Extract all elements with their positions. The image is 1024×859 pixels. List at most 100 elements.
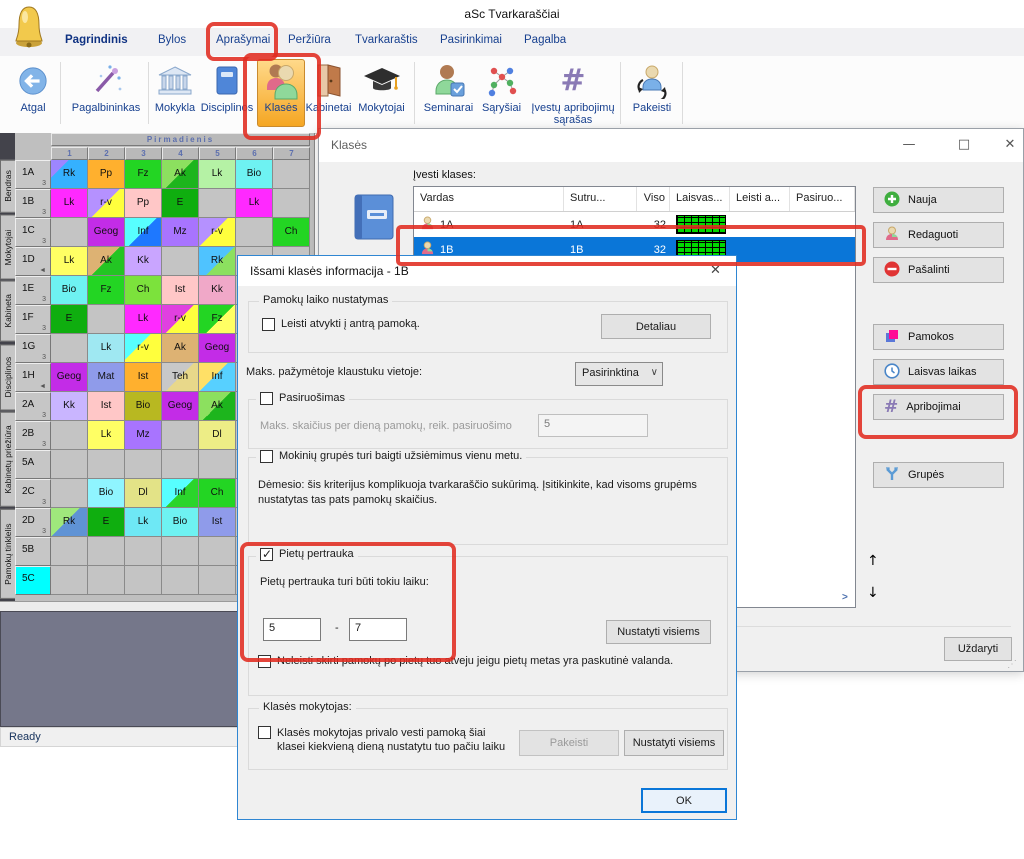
sidebar-tab-bendras[interactable]: Bendras	[0, 160, 15, 213]
lesson-cell[interactable]: Ist	[162, 276, 199, 305]
empty-cell[interactable]	[162, 450, 199, 479]
lesson-cell[interactable]: Lk	[236, 189, 273, 218]
lesson-cell[interactable]: Ak	[162, 160, 199, 189]
toolbar-button-pakeisti[interactable]: Pakeisti	[626, 60, 678, 128]
move-up-icon[interactable]: ↑	[867, 553, 879, 569]
move-down-icon[interactable]: ↓	[867, 585, 879, 601]
class-row-header[interactable]: 1A3	[15, 160, 51, 189]
class-row-header[interactable]: 2B3	[15, 421, 51, 450]
empty-cell[interactable]	[51, 334, 88, 363]
lesson-cell[interactable]: r-v	[199, 218, 236, 247]
lesson-cell[interactable]: Bio	[162, 508, 199, 537]
toolbar-button-mokytojai[interactable]: Mokytojai	[353, 60, 410, 128]
lesson-cell[interactable]: Mat	[88, 363, 125, 392]
lesson-cell[interactable]: Kk	[199, 276, 236, 305]
empty-cell[interactable]	[273, 189, 310, 218]
empty-cell[interactable]	[88, 566, 125, 595]
lesson-cell[interactable]: Pp	[88, 160, 125, 189]
lesson-cell[interactable]: Geog	[199, 334, 236, 363]
lesson-cell[interactable]: Rk	[199, 247, 236, 276]
sidebar-tab-kabineta[interactable]: Kabineta	[0, 281, 15, 342]
lesson-cell[interactable]: Teh	[162, 363, 199, 392]
no-lessons-after-lunch-checkbox[interactable]	[258, 655, 271, 668]
class-row-header[interactable]: 1F3	[15, 305, 51, 334]
toolbar-button-disciplinos[interactable]: Disciplinos	[198, 60, 256, 128]
lesson-cell[interactable]: Lk	[199, 160, 236, 189]
sidebar-tab-disciplinos[interactable]: Disciplinos	[0, 344, 15, 410]
lesson-cell[interactable]: Ist	[199, 508, 236, 537]
class-teacher-checkbox[interactable]	[258, 726, 271, 739]
lesson-cell[interactable]: Rk	[51, 160, 88, 189]
groups-finish-checkbox[interactable]	[260, 450, 273, 463]
lesson-cell[interactable]: Inf	[199, 363, 236, 392]
nauja-button[interactable]: Nauja	[873, 187, 1004, 213]
lesson-cell[interactable]: Ist	[88, 392, 125, 421]
class-row-header[interactable]: 5B	[15, 537, 51, 566]
lesson-cell[interactable]: r-v	[125, 334, 162, 363]
lesson-cell[interactable]: Pp	[125, 189, 162, 218]
lesson-cell[interactable]: Fz	[199, 305, 236, 334]
lesson-cell[interactable]: Lk	[88, 334, 125, 363]
empty-cell[interactable]	[51, 479, 88, 508]
uzdaryti-button[interactable]: Uždaryti	[944, 637, 1012, 661]
menu-item-pagrindinis[interactable]: Pagrindinis	[65, 34, 128, 46]
class-row-header[interactable]: 2D3	[15, 508, 51, 537]
toolbar-button-pagalbininkas[interactable]: Pagalbininkas	[64, 60, 148, 128]
lesson-cell[interactable]: r-v	[88, 189, 125, 218]
class-row-header[interactable]: 5A	[15, 450, 51, 479]
close-icon[interactable]: ✕	[710, 263, 721, 278]
lunch-break-checkbox[interactable]	[260, 548, 273, 561]
toolbar-button-mokykla[interactable]: Mokykla	[152, 60, 198, 128]
class-row-header[interactable]: 5C	[15, 566, 51, 595]
lesson-cell[interactable]: Ak	[199, 392, 236, 421]
empty-cell[interactable]	[236, 218, 273, 247]
column-header-leisti-a[interactable]: Leisti a...	[730, 187, 790, 211]
menu-item-pagalba[interactable]: Pagalba	[524, 34, 566, 46]
lesson-cell[interactable]: Ch	[199, 479, 236, 508]
empty-cell[interactable]	[162, 247, 199, 276]
empty-cell[interactable]	[125, 450, 162, 479]
empty-cell[interactable]	[125, 537, 162, 566]
pa-alinti-button[interactable]: Pašalinti	[873, 257, 1004, 283]
empty-cell[interactable]	[88, 450, 125, 479]
lesson-cell[interactable]: Kk	[125, 247, 162, 276]
redaguoti-button[interactable]: Redaguoti	[873, 222, 1004, 248]
empty-cell[interactable]	[199, 189, 236, 218]
class-row-header[interactable]: 2C3	[15, 479, 51, 508]
empty-cell[interactable]	[162, 566, 199, 595]
menu-item-pasirinkimai[interactable]: Pasirinkimai	[440, 34, 502, 46]
lesson-cell[interactable]: Inf	[125, 218, 162, 247]
allow-second-lesson-checkbox[interactable]	[262, 318, 275, 331]
lesson-cell[interactable]: Dl	[125, 479, 162, 508]
lunch-to-input[interactable]: 7	[349, 618, 407, 641]
ok-button[interactable]: OK	[641, 788, 727, 813]
toolbar-button-vest-apribojim-s-ra-as[interactable]: #Įvestų apribojimų sąrašas	[526, 60, 620, 128]
lesson-cell[interactable]: Mz	[162, 218, 199, 247]
lesson-cell[interactable]: Ak	[88, 247, 125, 276]
empty-cell[interactable]	[51, 218, 88, 247]
lesson-cell[interactable]: Bio	[88, 479, 125, 508]
apribojimai-button[interactable]: #Apribojimai	[873, 394, 1004, 420]
empty-cell[interactable]	[162, 537, 199, 566]
class-row-header[interactable]: 1C3	[15, 218, 51, 247]
toolbar-button-seminarai[interactable]: Seminarai	[420, 60, 477, 128]
empty-cell[interactable]	[199, 450, 236, 479]
lesson-cell[interactable]: Lk	[51, 189, 88, 218]
lesson-cell[interactable]: E	[51, 305, 88, 334]
empty-cell[interactable]	[199, 537, 236, 566]
lesson-cell[interactable]: Lk	[88, 421, 125, 450]
empty-cell[interactable]	[125, 566, 162, 595]
lesson-cell[interactable]: Inf	[162, 479, 199, 508]
maximize-icon[interactable]: □	[949, 135, 979, 155]
empty-cell[interactable]	[51, 566, 88, 595]
menu-item-per-i-ra[interactable]: Peržiūra	[288, 34, 331, 46]
empty-cell[interactable]	[273, 160, 310, 189]
laisvas-laikas-button[interactable]: Laisvas laikas	[873, 359, 1004, 385]
class-row-header[interactable]: 1E3	[15, 276, 51, 305]
sidebar-tab-kabinet-prie-i-ra[interactable]: Kabinetų priežiūra	[0, 412, 15, 507]
menu-item-tvarkara-tis[interactable]: Tvarkaraštis	[355, 34, 418, 46]
preparation-checkbox[interactable]	[260, 392, 273, 405]
empty-cell[interactable]	[162, 421, 199, 450]
lesson-cell[interactable]: Bio	[125, 392, 162, 421]
empty-cell[interactable]	[88, 537, 125, 566]
